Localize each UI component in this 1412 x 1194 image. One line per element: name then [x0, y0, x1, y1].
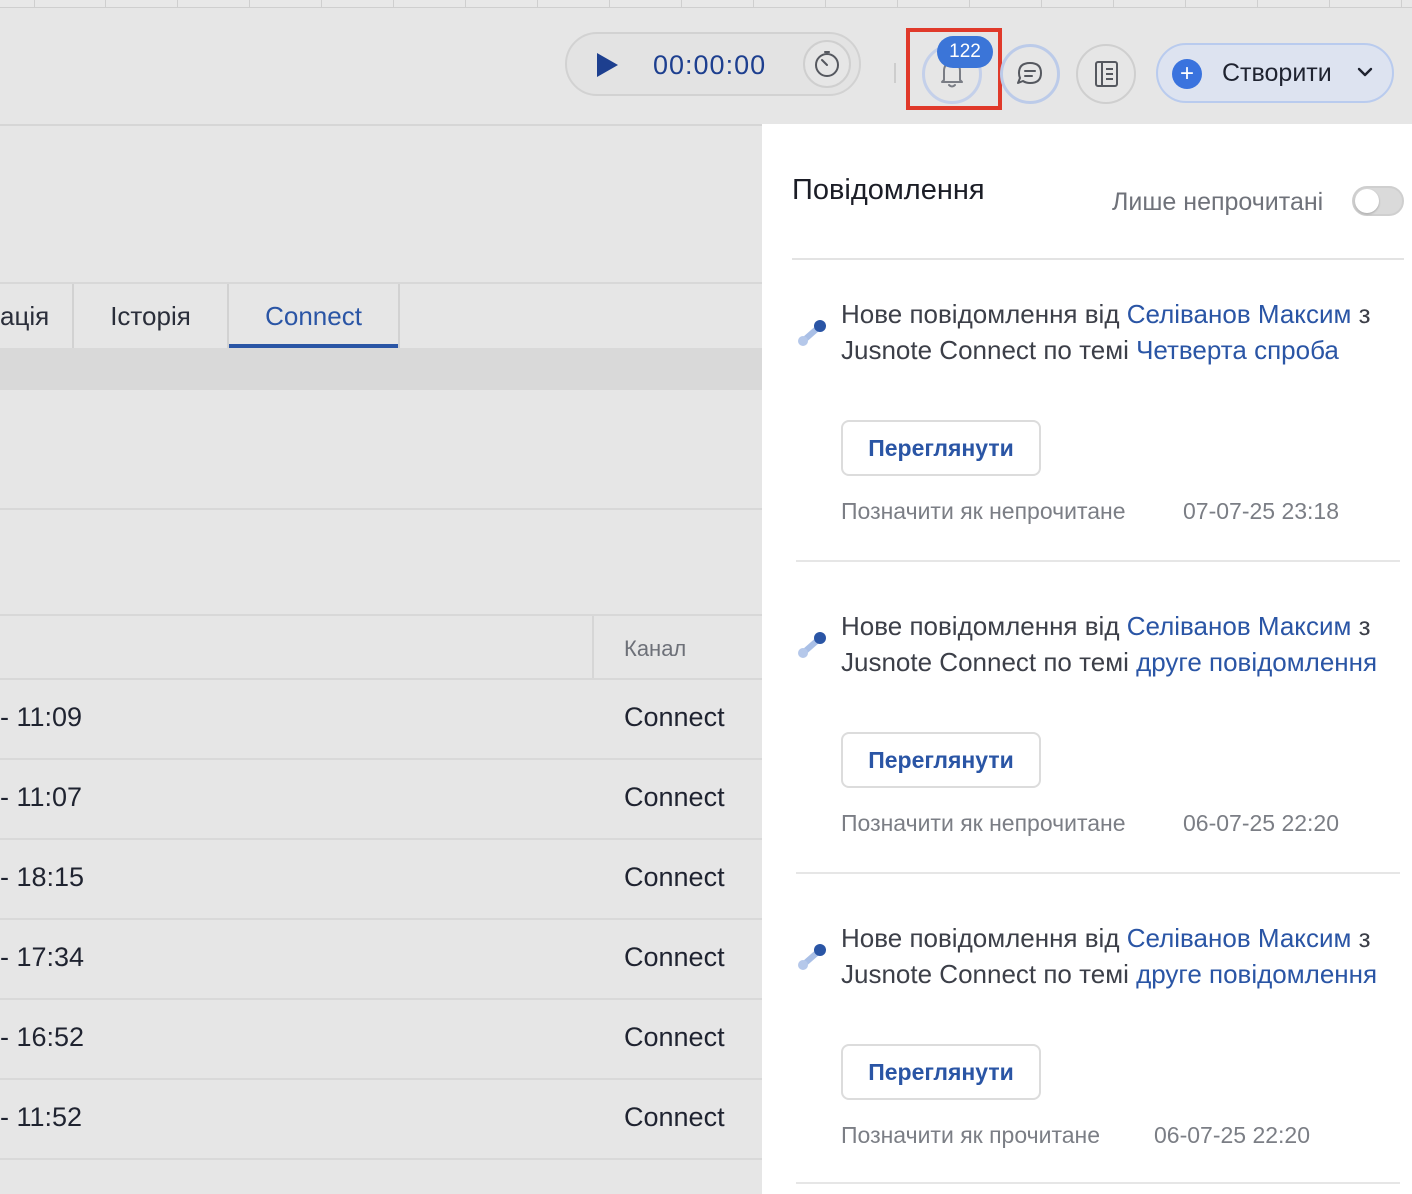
unread-only-toggle[interactable]: [1352, 186, 1404, 216]
header-separator: [894, 63, 896, 83]
view-button[interactable]: Переглянути: [841, 732, 1041, 788]
row-time: - 18:15: [0, 862, 85, 892]
app-root: 00:00:00 122 + Створити ація Історія Con…: [0, 0, 1412, 1194]
notification-text: Нове повідомлення від Селіванов Максим з…: [841, 923, 1378, 989]
row-time: - 11:09: [0, 702, 83, 732]
notifications-panel: Повідомлення Лише непрочитані Нове повід…: [762, 124, 1412, 1194]
row-channel: Connect: [624, 942, 725, 972]
notification-item: Нове повідомлення від Селіванов Максим з…: [792, 920, 1404, 1194]
connect-notification-icon: [798, 320, 826, 346]
stopwatch-button[interactable]: [803, 40, 851, 88]
mark-unread-link[interactable]: Позначити як непрочитане: [841, 810, 1126, 837]
item-divider: [796, 560, 1400, 562]
mark-unread-link[interactable]: Позначити як непрочитане: [841, 498, 1126, 525]
row-time: - 11:07: [0, 782, 83, 812]
play-icon[interactable]: [595, 52, 619, 78]
notes-button[interactable]: [1076, 44, 1136, 104]
chevron-down-icon: [1357, 67, 1373, 77]
table-row[interactable]: - 17:34 Connect: [0, 920, 762, 1000]
notification-date: 06-07-25 22:20: [1154, 1122, 1311, 1148]
main-content: ація Історія Connect Канал - 11:09 Conne…: [0, 126, 762, 1194]
toolbar-band: [0, 348, 762, 390]
item-divider: [796, 872, 1400, 874]
sender-link[interactable]: Селіванов Максим: [1127, 299, 1352, 329]
time-tracker: 00:00:00: [565, 32, 861, 96]
chat-button[interactable]: [1000, 44, 1060, 104]
plus-icon: +: [1172, 59, 1202, 89]
top-header: 00:00:00 122 + Створити: [0, 8, 1412, 126]
row-time: - 16:52: [0, 1022, 85, 1052]
table-row[interactable]: - 18:15 Connect: [0, 840, 762, 920]
create-button[interactable]: + Створити: [1156, 43, 1394, 103]
table-row[interactable]: - 11:07 Connect: [0, 760, 762, 840]
sender-link[interactable]: Селіванов Максим: [1127, 611, 1352, 641]
row-channel: Connect: [624, 1102, 725, 1132]
table-row[interactable]: - 11:09 Connect: [0, 680, 762, 760]
notification-text: Нове повідомлення від Селіванов Максим з…: [841, 299, 1371, 365]
divider: [0, 508, 762, 510]
timer-value: 00:00:00: [653, 50, 767, 80]
connect-notification-icon: [798, 944, 826, 970]
row-channel: Connect: [624, 782, 725, 812]
divider: [0, 614, 762, 616]
connect-notification-icon: [798, 632, 826, 658]
panel-title: Повідомлення: [792, 174, 985, 206]
row-time: - 17:34: [0, 942, 85, 972]
table-row[interactable]: - 11:52 Connect: [0, 1080, 762, 1160]
topic-link[interactable]: друге повідомлення: [1136, 647, 1377, 677]
mark-read-link[interactable]: Позначити як прочитане: [841, 1122, 1100, 1149]
topic-link[interactable]: Четверта спроба: [1136, 335, 1339, 365]
unread-only-label: Лише непрочитані: [1112, 188, 1324, 216]
highlight-frame: [906, 28, 1002, 110]
notes-icon: [1095, 61, 1118, 87]
stopwatch-icon: [815, 51, 839, 77]
toggle-knob: [1355, 189, 1379, 213]
notification-item: Нове повідомлення від Селіванов Максим з…: [792, 608, 1404, 920]
column-divider: [592, 616, 594, 678]
view-button[interactable]: Переглянути: [841, 1044, 1041, 1100]
notification-item: Нове повідомлення від Селіванов Максим з…: [792, 296, 1404, 608]
tab-connect[interactable]: Connect: [229, 284, 400, 348]
sender-link[interactable]: Селіванов Максим: [1127, 923, 1352, 953]
create-button-label: Створити: [1222, 59, 1332, 87]
top-grid-strip: [0, 0, 1412, 8]
tab-partial[interactable]: ація: [0, 284, 74, 348]
item-divider: [796, 1182, 1400, 1184]
view-button[interactable]: Переглянути: [841, 420, 1041, 476]
topic-link[interactable]: друге повідомлення: [1136, 959, 1377, 989]
row-channel: Connect: [624, 1022, 725, 1052]
row-channel: Connect: [624, 702, 725, 732]
table-row[interactable]: - 16:52 Connect: [0, 1000, 762, 1080]
row-time: - 11:52: [0, 1102, 83, 1132]
row-channel: Connect: [624, 862, 725, 892]
notification-date: 06-07-25 22:20: [1183, 810, 1340, 836]
tab-history[interactable]: Історія: [74, 284, 229, 348]
notification-date: 07-07-25 23:18: [1183, 498, 1340, 524]
chat-icon: [1017, 62, 1042, 84]
notification-text: Нове повідомлення від Селіванов Максим з…: [841, 611, 1378, 677]
panel-divider: [792, 258, 1404, 260]
channel-column-header: Канал: [624, 636, 687, 661]
